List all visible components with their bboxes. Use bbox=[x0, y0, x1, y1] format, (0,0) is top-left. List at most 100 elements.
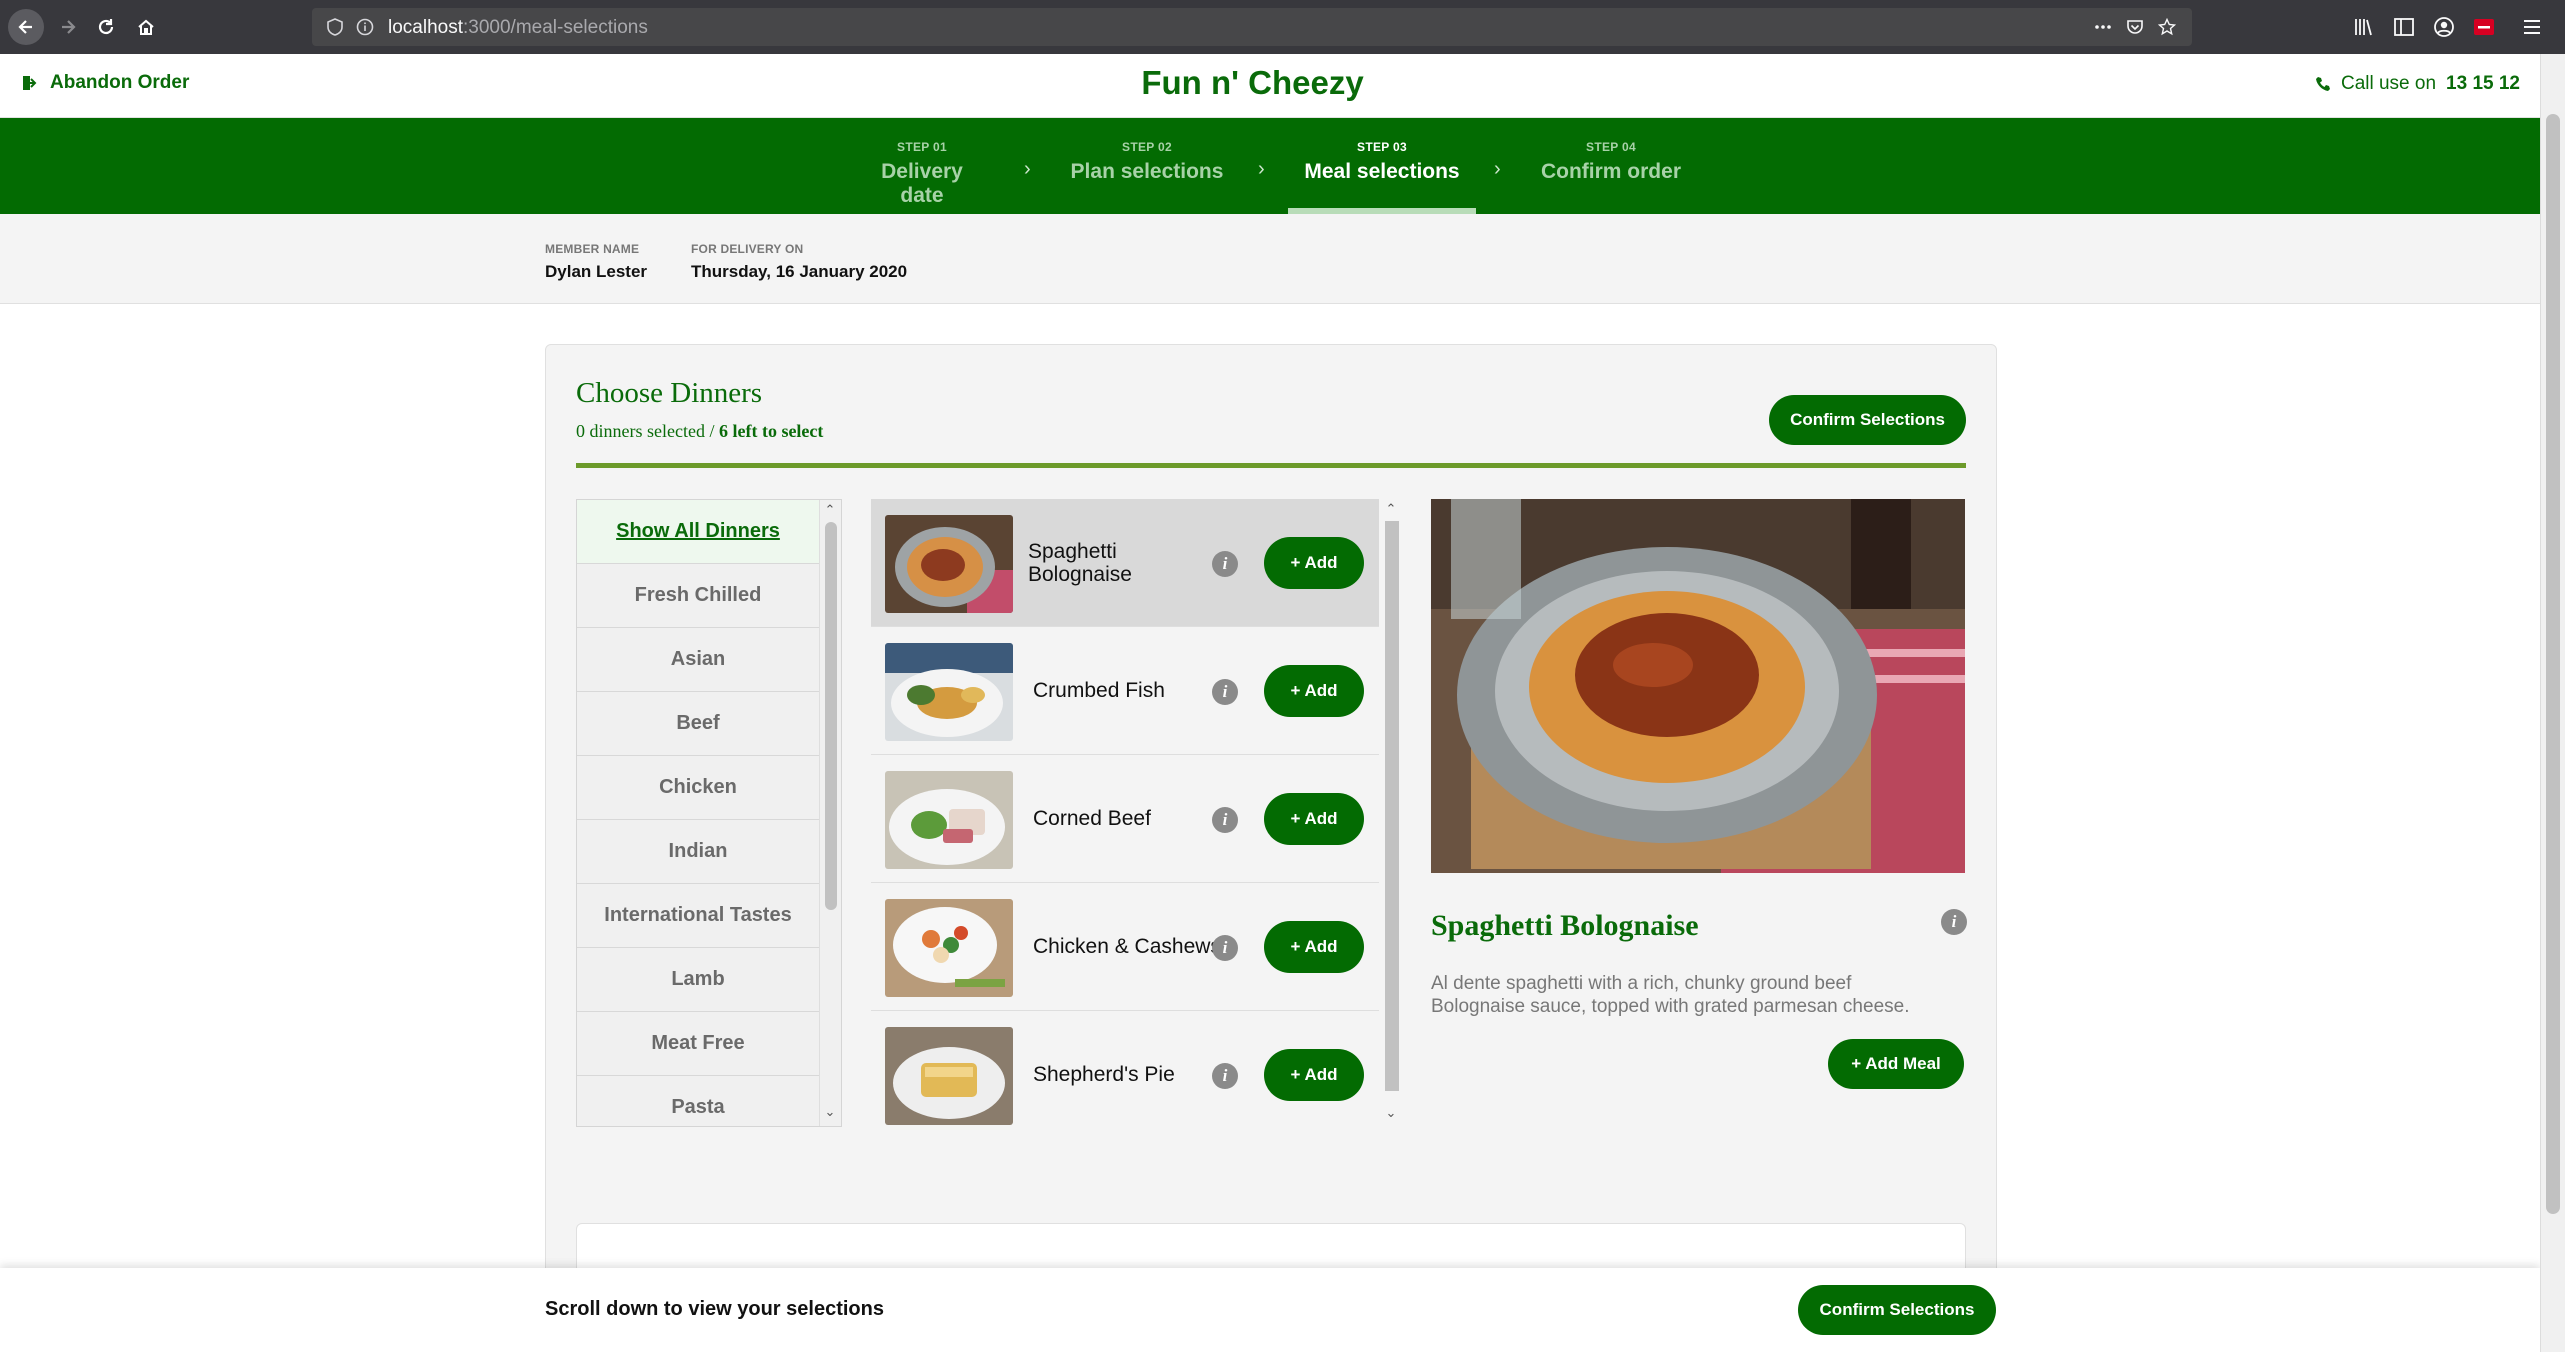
reload-icon[interactable] bbox=[88, 9, 124, 45]
add-meal-button[interactable]: + Add bbox=[1264, 665, 1364, 717]
choose-dinners-card: Choose Dinners 0 dinners selected / 6 le… bbox=[545, 344, 1997, 1352]
pocket-icon[interactable] bbox=[2126, 18, 2144, 36]
member-name-key: MEMBER NAME bbox=[545, 242, 640, 256]
bookmark-star-icon[interactable] bbox=[2158, 18, 2176, 36]
chevron-right-icon: › bbox=[1494, 158, 1501, 180]
step-number: STEP 03 bbox=[1357, 140, 1407, 154]
meal-item-shepherds-pie[interactable]: Shepherd's Pie i + Add bbox=[871, 1011, 1379, 1127]
meal-item-corned-beef[interactable]: Corned Beef i + Add bbox=[871, 755, 1379, 883]
home-icon[interactable] bbox=[128, 9, 164, 45]
divider bbox=[576, 463, 1966, 468]
category-pasta[interactable]: Pasta bbox=[577, 1076, 819, 1126]
category-lamb[interactable]: Lamb bbox=[577, 948, 819, 1012]
step-number: STEP 04 bbox=[1586, 140, 1636, 154]
delivery-date: Thursday, 16 January 2020 bbox=[691, 262, 908, 281]
phone-number[interactable]: 13 15 12 bbox=[2446, 73, 2520, 95]
scrollbar-thumb[interactable] bbox=[825, 522, 837, 910]
meal-item-chicken-cashews[interactable]: Chicken & Cashews i + Add bbox=[871, 883, 1379, 1011]
category-meat-free[interactable]: Meat Free bbox=[577, 1012, 819, 1076]
delivery-date-block: FOR DELIVERY ON Thursday, 16 January 202… bbox=[691, 242, 907, 282]
dinners-selected-text: 0 dinners selected / bbox=[576, 421, 719, 441]
step-plan-selections[interactable]: STEP 02 Plan selections bbox=[1070, 140, 1224, 184]
url-bar[interactable]: localhost:3000/meal-selections bbox=[312, 8, 2192, 46]
call-info[interactable]: Call use on 13 15 12 bbox=[2315, 73, 2520, 95]
meal-thumbnail[interactable] bbox=[885, 899, 1013, 997]
step-label: Delivery date bbox=[881, 160, 963, 207]
category-list[interactable]: Show All Dinners Fresh Chilled Asian Bee… bbox=[576, 499, 842, 1127]
site-header: Abandon Order Fun n' Cheezy Call use on … bbox=[0, 54, 2540, 118]
info-icon[interactable]: i bbox=[1212, 807, 1238, 833]
info-icon[interactable]: i bbox=[1212, 679, 1238, 705]
meal-thumbnail[interactable] bbox=[885, 1027, 1013, 1125]
confirm-selections-button[interactable]: Confirm Selections bbox=[1769, 395, 1966, 445]
checkout-steps: STEP 01 Delivery date › STEP 02 Plan sel… bbox=[0, 118, 2540, 214]
chevron-right-icon: › bbox=[1024, 158, 1031, 180]
sticky-footer: Scroll down to view your selections Conf… bbox=[0, 1268, 2540, 1352]
page-scrollbar[interactable] bbox=[2540, 54, 2565, 1352]
meal-item-crumbed-fish[interactable]: Crumbed Fish i + Add bbox=[871, 627, 1379, 755]
scroll-down-arrow-icon[interactable]: ⌄ bbox=[820, 1104, 840, 1120]
forward-arrow-icon[interactable] bbox=[50, 9, 86, 45]
page-scrollbar-thumb[interactable] bbox=[2546, 114, 2560, 1214]
info-icon[interactable]: i bbox=[1941, 909, 1967, 935]
category-international-tastes[interactable]: International Tastes bbox=[577, 884, 819, 948]
shield-icon[interactable] bbox=[326, 18, 344, 36]
confirm-selections-footer-button[interactable]: Confirm Selections bbox=[1798, 1285, 1996, 1335]
delivery-key: FOR DELIVERY ON bbox=[691, 242, 804, 256]
add-meal-button[interactable]: + Add bbox=[1264, 1049, 1364, 1101]
extension-icon[interactable] bbox=[2472, 15, 2496, 39]
step-delivery-date[interactable]: STEP 01 Delivery date bbox=[860, 140, 984, 208]
step-meal-selections[interactable]: STEP 03 Meal selections bbox=[1298, 140, 1466, 184]
choose-dinners-title: Choose Dinners bbox=[576, 377, 763, 409]
library-icon[interactable] bbox=[2352, 15, 2376, 39]
step-label: Plan selections bbox=[1070, 160, 1224, 183]
account-icon[interactable] bbox=[2432, 15, 2456, 39]
step-confirm-order[interactable]: STEP 04 Confirm order bbox=[1536, 140, 1686, 184]
hamburger-menu-icon[interactable] bbox=[2520, 15, 2544, 39]
call-label: Call use on bbox=[2340, 73, 2437, 94]
scrollbar-thumb[interactable] bbox=[1385, 521, 1399, 1091]
meal-scrollbar[interactable]: ⌃ ⌄ bbox=[1381, 499, 1403, 1127]
add-meal-detail-button[interactable]: + Add Meal bbox=[1828, 1039, 1964, 1089]
meal-detail-image bbox=[1431, 499, 1965, 873]
scroll-up-arrow-icon[interactable]: ⌃ bbox=[820, 502, 840, 518]
category-chicken[interactable]: Chicken bbox=[577, 756, 819, 820]
category-scrollbar[interactable]: ⌃ ⌄ bbox=[819, 500, 841, 1126]
info-circle-icon[interactable] bbox=[356, 18, 374, 36]
meal-thumbnail[interactable] bbox=[885, 643, 1013, 741]
category-asian[interactable]: Asian bbox=[577, 628, 819, 692]
step-number: STEP 02 bbox=[1122, 140, 1172, 154]
category-fresh-chilled[interactable]: Fresh Chilled bbox=[577, 564, 819, 628]
left-to-select-text: 6 left to select bbox=[718, 421, 824, 441]
meal-item-spaghetti-bolognaise[interactable]: Spaghetti Bolognaise i + Add bbox=[871, 499, 1379, 627]
category-indian[interactable]: Indian bbox=[577, 820, 819, 884]
meal-thumbnail[interactable] bbox=[885, 771, 1013, 869]
add-meal-button[interactable]: + Add bbox=[1264, 793, 1364, 845]
info-icon[interactable]: i bbox=[1212, 551, 1238, 577]
scroll-up-arrow-icon[interactable]: ⌃ bbox=[1381, 501, 1401, 517]
url-text[interactable]: localhost:3000/meal-selections bbox=[388, 17, 648, 39]
brand-title: Fun n' Cheezy bbox=[1141, 64, 1364, 101]
browser-toolbar: localhost:3000/meal-selections bbox=[0, 0, 2565, 54]
phone-icon bbox=[2315, 77, 2330, 91]
meal-list[interactable]: Spaghetti Bolognaise i + Add Crumbed Fis… bbox=[871, 499, 1403, 1127]
more-dots-icon[interactable] bbox=[2094, 18, 2112, 36]
add-meal-button[interactable]: + Add bbox=[1264, 921, 1364, 973]
category-show-all[interactable]: Show All Dinners bbox=[577, 500, 819, 564]
sidebar-icon[interactable] bbox=[2392, 15, 2416, 39]
category-beef[interactable]: Beef bbox=[577, 692, 819, 756]
step-label: Meal selections bbox=[1304, 160, 1460, 183]
meal-name: Shepherd's Pie bbox=[1033, 1063, 1175, 1087]
meal-name: Chicken & Cashews bbox=[1033, 935, 1221, 959]
info-icon[interactable]: i bbox=[1212, 1063, 1238, 1089]
meal-thumbnail[interactable] bbox=[885, 515, 1013, 613]
info-icon[interactable]: i bbox=[1212, 935, 1238, 961]
meal-name: Crumbed Fish bbox=[1033, 679, 1165, 703]
meal-name: Corned Beef bbox=[1033, 807, 1151, 831]
step-label: Confirm order bbox=[1540, 160, 1681, 183]
meal-name: Spaghetti Bolognaise bbox=[1028, 539, 1132, 586]
member-info-strip: MEMBER NAME Dylan Lester FOR DELIVERY ON… bbox=[0, 214, 2540, 304]
back-arrow-icon[interactable] bbox=[8, 9, 44, 45]
add-meal-button[interactable]: + Add bbox=[1264, 537, 1364, 589]
scroll-down-arrow-icon[interactable]: ⌄ bbox=[1381, 1105, 1401, 1121]
